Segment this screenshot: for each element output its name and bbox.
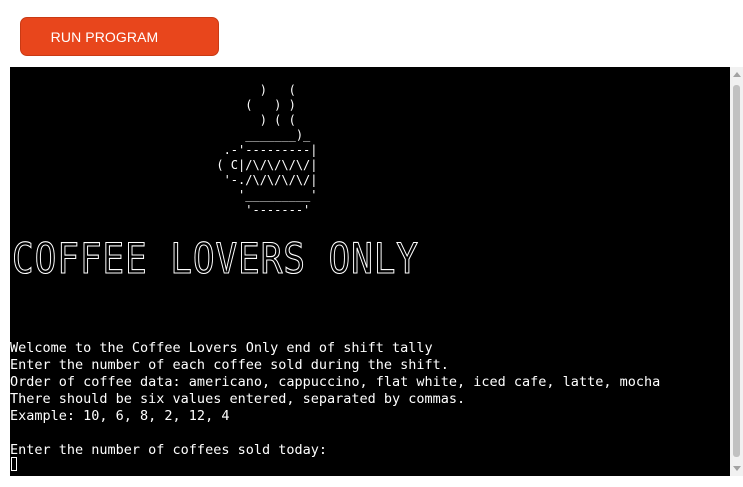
terminal-output: Welcome to the Coffee Lovers Only end of…: [10, 340, 660, 459]
run-program-label: RUN PROGRAM: [50, 29, 159, 45]
prompt-line: Enter the number of coffees sold today:: [10, 442, 327, 458]
scroll-up-arrow-icon[interactable]: [733, 72, 741, 77]
coffee-cup-ascii-art: ) ( ( ) ) ) ( ( _______)_ .-'---------| …: [216, 83, 318, 217]
logo-banner: Coffee Lovers Only: [12, 234, 419, 283]
scroll-thumb[interactable]: [733, 85, 740, 457]
terminal-scrollbar[interactable]: [730, 67, 743, 476]
run-program-button[interactable]: RUN PROGRAM: [20, 17, 219, 56]
terminal-cursor: [11, 457, 17, 471]
order-line: Order of coffee data: americano, cappucc…: [10, 374, 661, 390]
terminal[interactable]: ) ( ( ) ) ) ( ( _______)_ .-'---------| …: [10, 67, 730, 476]
scroll-down-arrow-icon[interactable]: [733, 466, 741, 471]
values-line: There should be six values entered, sepa…: [10, 391, 466, 407]
instruction-line: Enter the number of each coffee sold dur…: [10, 357, 449, 373]
example-line: Example: 10, 6, 8, 2, 12, 4: [10, 408, 230, 424]
welcome-line: Welcome to the Coffee Lovers Only end of…: [10, 340, 433, 356]
